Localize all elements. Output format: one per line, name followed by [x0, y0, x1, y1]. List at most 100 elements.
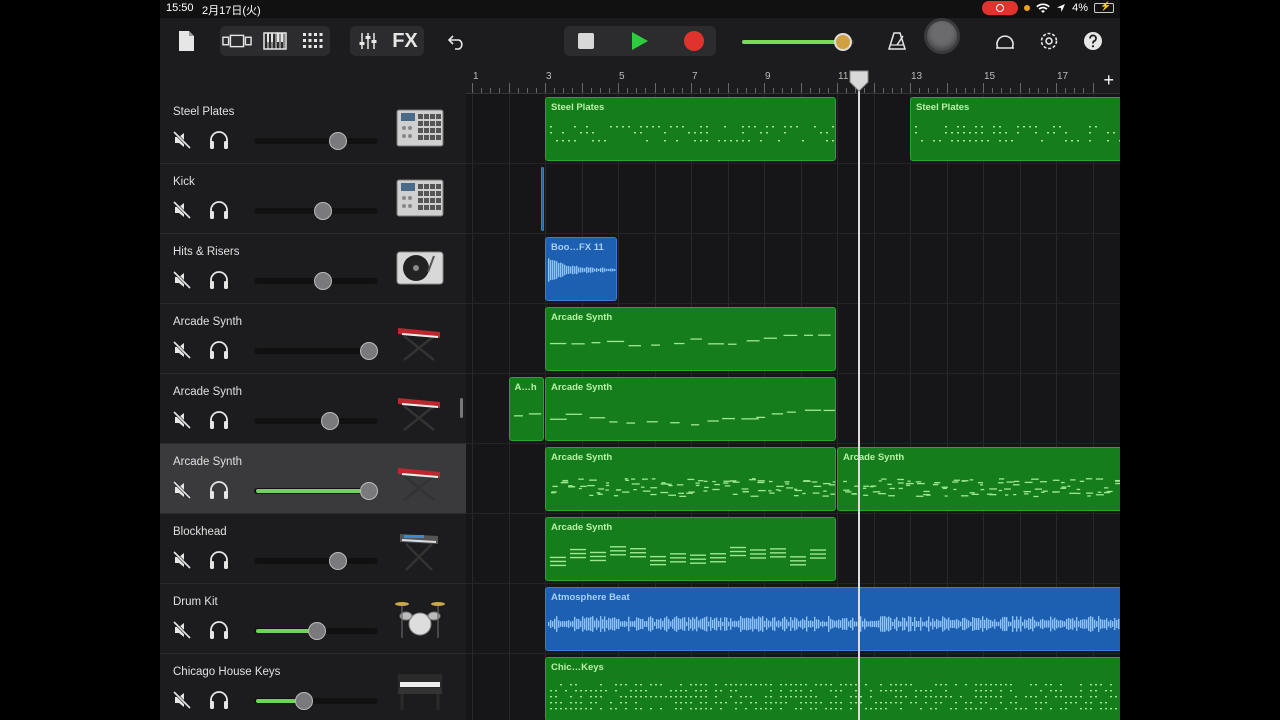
track-header[interactable]: Drum Kit — [160, 584, 466, 654]
audio-region[interactable]: Boo…FX 11 — [545, 237, 617, 301]
mixer-sliders-icon — [359, 33, 377, 49]
metronome-button[interactable] — [884, 26, 910, 56]
track-header[interactable]: Steel Plates — [160, 94, 466, 164]
headphones-icon[interactable] — [208, 550, 230, 570]
midi-region[interactable]: Arcade Synth — [545, 517, 836, 581]
settings-button[interactable] — [1036, 26, 1062, 56]
ruler-bar-number: 1 — [473, 71, 479, 82]
tracks-grid[interactable]: Steel Plates Steel Plates Boo…FX 11 Arcade … — [466, 94, 1120, 720]
track-volume-slider[interactable] — [254, 202, 378, 220]
my-songs-button[interactable] — [174, 26, 198, 56]
track-volume-knob[interactable] — [360, 342, 379, 360]
help-icon — [1084, 32, 1102, 50]
audio-region[interactable] — [541, 167, 545, 231]
help-button[interactable] — [1080, 26, 1106, 56]
track-header[interactable]: Blockhead — [160, 514, 466, 584]
drum-kit-icon[interactable] — [394, 594, 446, 642]
ruler-tick — [800, 83, 802, 93]
mute-speaker-icon[interactable] — [172, 550, 192, 570]
headphones-icon[interactable] — [208, 620, 230, 640]
keyboard-view-button[interactable] — [260, 26, 290, 56]
turntable-icon[interactable] — [394, 244, 446, 292]
loop-browser-button[interactable] — [992, 26, 1018, 56]
fx-button[interactable]: FX — [390, 26, 420, 56]
synth-keyboard-icon[interactable] — [394, 454, 446, 502]
track-volume-knob[interactable] — [329, 552, 348, 570]
undo-button[interactable] — [444, 26, 470, 56]
ruler-tick — [618, 83, 619, 93]
midi-region[interactable]: Arcade Synth — [545, 377, 836, 441]
keyboard-stand-icon[interactable] — [394, 524, 446, 572]
track-volume-slider[interactable] — [254, 482, 379, 500]
master-knob[interactable] — [924, 18, 960, 54]
midi-region[interactable]: A…h — [508, 377, 544, 441]
mute-speaker-icon[interactable] — [172, 690, 192, 710]
headphones-icon[interactable] — [208, 480, 230, 500]
headphones-icon[interactable] — [208, 340, 230, 360]
track-volume-knob[interactable] — [314, 202, 333, 220]
track-volume-slider[interactable] — [254, 132, 378, 150]
play-button[interactable] — [626, 26, 654, 56]
midi-region[interactable]: Arcade Synth — [545, 447, 836, 511]
playhead[interactable] — [857, 72, 860, 720]
track-volume-knob[interactable] — [294, 692, 313, 710]
midi-region[interactable]: Arcade Synth — [837, 447, 1120, 511]
master-volume-slider[interactable] — [742, 33, 854, 51]
midi-region[interactable]: Chic…Keys — [545, 657, 1120, 720]
live-loops-button[interactable] — [298, 26, 328, 56]
drum-machine-icon[interactable] — [394, 104, 446, 152]
mute-speaker-icon[interactable] — [172, 620, 192, 640]
track-controls-button[interactable] — [354, 26, 382, 56]
drum-machine-icon[interactable] — [394, 174, 446, 222]
midi-region[interactable]: Steel Plates — [910, 97, 1120, 161]
track-header[interactable]: Kick — [160, 164, 466, 234]
timeline-ruler[interactable]: + 1 3 5 7 9 11 13 15 17 — [466, 68, 1120, 94]
midi-region[interactable]: Arcade Synth — [545, 307, 836, 371]
ruler-bar-number: 11 — [838, 71, 849, 82]
track-header[interactable]: Chicago House Keys — [160, 654, 466, 720]
record-button[interactable] — [680, 26, 708, 56]
add-section-icon[interactable]: + — [1103, 71, 1114, 89]
track-volume-knob[interactable] — [314, 272, 333, 290]
track-header[interactable]: Arcade Synth — [160, 374, 466, 444]
synth-keyboard-icon[interactable] — [394, 384, 446, 432]
mute-speaker-icon[interactable] — [172, 130, 192, 150]
stop-button[interactable] — [572, 26, 600, 56]
mute-speaker-icon[interactable] — [172, 410, 192, 430]
mute-speaker-icon[interactable] — [172, 270, 192, 290]
mute-speaker-icon[interactable] — [172, 340, 192, 360]
header-resize-handle[interactable] — [460, 398, 463, 418]
region-name: Steel Plates — [916, 102, 970, 113]
mute-speaker-icon[interactable] — [172, 480, 192, 500]
playhead-handle-icon[interactable] — [849, 70, 869, 92]
track-volume-slider[interactable] — [254, 552, 378, 570]
track-volume-knob[interactable] — [360, 482, 379, 500]
region-name: Boo…FX 11 — [551, 242, 604, 253]
headphones-icon[interactable] — [208, 130, 230, 150]
track-lane[interactable] — [466, 164, 1120, 234]
track-header[interactable]: Arcade Synth — [160, 444, 466, 514]
mute-speaker-icon[interactable] — [172, 200, 192, 220]
track-volume-slider[interactable] — [254, 412, 378, 430]
headphones-icon[interactable] — [208, 270, 230, 290]
region-name: Arcade Synth — [843, 452, 905, 463]
headphones-icon[interactable] — [208, 410, 230, 430]
track-volume-knob[interactable] — [320, 412, 339, 430]
track-header[interactable]: Hits & Risers — [160, 234, 466, 304]
track-volume-slider[interactable] — [254, 692, 378, 710]
midi-region[interactable]: Steel Plates — [545, 97, 836, 161]
tracks-view-button[interactable] — [222, 26, 252, 56]
electric-piano-icon[interactable] — [394, 664, 446, 712]
track-volume-knob[interactable] — [329, 132, 348, 150]
synth-keyboard-icon[interactable] — [394, 314, 446, 362]
track-volume-slider[interactable] — [254, 622, 378, 640]
headphones-icon[interactable] — [208, 200, 230, 220]
headphones-icon[interactable] — [208, 690, 230, 710]
track-header[interactable]: Arcade Synth — [160, 304, 466, 374]
master-volume-knob[interactable] — [833, 33, 852, 51]
audio-waveform — [548, 616, 1120, 632]
track-volume-slider[interactable] — [254, 342, 379, 360]
audio-region[interactable]: Atmosphere Beat — [545, 587, 1120, 651]
track-volume-knob[interactable] — [308, 622, 327, 640]
track-volume-slider[interactable] — [254, 272, 378, 290]
